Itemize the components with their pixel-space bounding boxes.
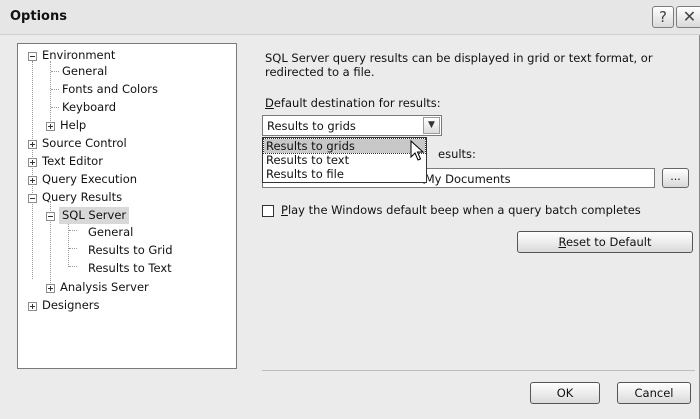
tree-item-analysis-server[interactable]: Analysis Server [60, 279, 149, 296]
beep-checkbox[interactable] [262, 205, 274, 217]
tree-guide-line [68, 219, 69, 267]
tree-guide-line [69, 266, 77, 267]
tree-item-environment[interactable]: Environment [42, 47, 115, 64]
dropdown-option-file[interactable]: Results to file [264, 167, 425, 181]
tree-item-keyboard[interactable]: Keyboard [62, 99, 116, 116]
tree-guide-line [69, 230, 77, 231]
options-tree[interactable]: Environment General Fonts and Colors Key… [17, 43, 237, 369]
dropdown-option-grids[interactable]: Results to grids [263, 138, 426, 154]
default-destination-label: Default destination for results: [265, 96, 441, 110]
destination-select[interactable]: Results to grids ▼ [262, 115, 442, 136]
expand-icon[interactable] [28, 302, 37, 311]
results-location-label: esults: [438, 147, 476, 161]
help-button[interactable]: ? [652, 6, 674, 28]
accelerator-key: D [265, 96, 274, 110]
close-button[interactable]: ✕ [676, 6, 700, 28]
expand-icon[interactable] [28, 140, 37, 149]
options-dialog: Options ? ✕ Environment General Fonts an… [0, 0, 700, 419]
tree-item-designers[interactable]: Designers [42, 297, 100, 314]
reset-to-default-button[interactable]: Reset to Default [517, 231, 693, 253]
label-text: lay the Windows default beep when a quer… [287, 203, 641, 217]
tree-item-query-results[interactable]: Query Results [42, 189, 122, 206]
tree-guide-line [51, 89, 59, 90]
label-text: efault destination for results: [273, 96, 441, 110]
collapse-icon[interactable] [46, 212, 55, 221]
tree-item-sql-server[interactable]: SQL Server [59, 207, 130, 224]
arrow-cursor-icon [410, 140, 424, 161]
expand-icon[interactable] [28, 176, 37, 185]
ok-button[interactable]: OK [530, 382, 600, 404]
panel-description: SQL Server query results can be displaye… [265, 51, 653, 79]
divider [262, 370, 695, 371]
beep-checkbox-label: Play the Windows default beep when a que… [281, 203, 641, 217]
tree-guide-line [69, 248, 77, 249]
button-label: eset to Default [565, 235, 652, 249]
tree-item-fonts-colors[interactable]: Fonts and Colors [62, 81, 158, 98]
expand-icon[interactable] [28, 158, 37, 167]
tree-item-query-execution[interactable]: Query Execution [42, 171, 137, 188]
collapse-icon[interactable] [28, 194, 37, 203]
tree-item-results-grid[interactable]: Results to Grid [88, 242, 173, 259]
accelerator-key: P [281, 203, 288, 217]
tree-guide-line [51, 71, 59, 72]
tree-item-help[interactable]: Help [60, 117, 86, 134]
selected-value: Results to grids [267, 119, 356, 133]
tree-item-sql-general[interactable]: General [88, 224, 133, 241]
collapse-icon[interactable] [28, 52, 37, 61]
tree-item-source-control[interactable]: Source Control [42, 135, 127, 152]
tree-item-env-general[interactable]: General [62, 63, 107, 80]
chevron-down-icon[interactable]: ▼ [423, 117, 440, 134]
tree-guide-line [51, 107, 59, 108]
tree-guide-line [32, 61, 33, 279]
window-title: Options [10, 9, 67, 24]
accelerator-key: R [558, 235, 566, 249]
tree-item-text-editor[interactable]: Text Editor [42, 153, 103, 170]
expand-icon[interactable] [46, 122, 55, 131]
dropdown-option-text[interactable]: Results to text [264, 153, 425, 167]
title-bar: Options ? ✕ [0, 0, 700, 35]
browse-button[interactable]: ... [662, 168, 689, 188]
destination-dropdown-list[interactable]: Results to grids Results to text Results… [262, 137, 427, 183]
tree-item-results-text[interactable]: Results to Text [88, 260, 172, 277]
cancel-button[interactable]: Cancel [617, 382, 691, 404]
expand-icon[interactable] [46, 284, 55, 293]
